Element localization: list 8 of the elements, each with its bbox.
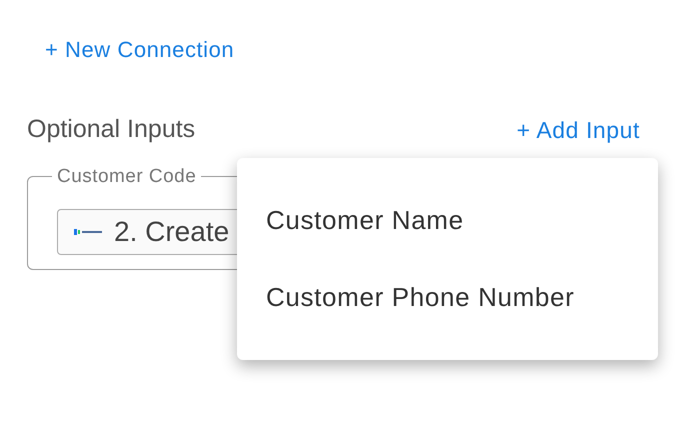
new-connection-link[interactable]: + New Connection (45, 37, 234, 62)
field-label: Customer Code (56, 164, 198, 188)
menu-item[interactable]: Customer Name (266, 201, 658, 240)
logo-icon (74, 228, 104, 236)
add-input-link[interactable]: + Add Input (516, 112, 640, 147)
section-title: Optional Inputs (27, 114, 196, 145)
field-value: 2. Create (114, 215, 230, 249)
menu-item[interactable]: Customer Phone Number (266, 278, 658, 317)
